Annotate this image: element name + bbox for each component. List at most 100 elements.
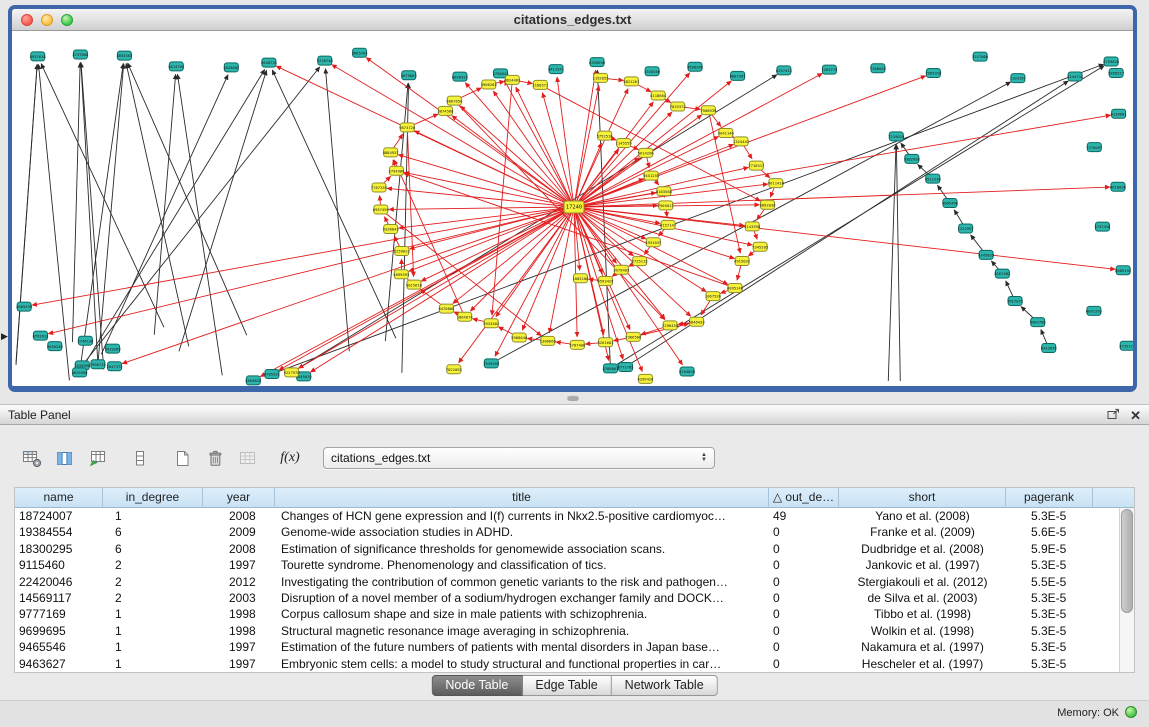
table-cell: 9699695 bbox=[15, 623, 103, 639]
table-row[interactable]: 946554611997Estimation of the future num… bbox=[15, 639, 1119, 655]
table-cell: 0 bbox=[769, 524, 839, 540]
table-cell: Franke et al. (2009) bbox=[839, 524, 1006, 540]
table-cell: 5.3E-5 bbox=[1006, 590, 1093, 606]
table-cell: 1997 bbox=[203, 656, 275, 672]
table-cell: 5.3E-5 bbox=[1006, 606, 1093, 622]
table-row[interactable]: 1456911722003Disruption of a novel membe… bbox=[15, 590, 1119, 606]
table-cell: 0 bbox=[769, 590, 839, 606]
table-row[interactable]: 969969511998Structural magnetic resonanc… bbox=[15, 623, 1119, 639]
table-cell: Nakamura et al. (1997) bbox=[839, 639, 1006, 655]
table-cell: 2003 bbox=[203, 590, 275, 606]
table-cell: Yano et al. (2008) bbox=[839, 508, 1006, 524]
table-cell: 9463627 bbox=[15, 656, 103, 672]
collapse-handle-icon[interactable]: ▶ bbox=[1, 331, 8, 342]
table-cell: 0 bbox=[769, 541, 839, 557]
close-button[interactable] bbox=[21, 14, 33, 26]
table-cell: Estimation of significance thresholds fo… bbox=[275, 541, 769, 557]
table-cell: 2008 bbox=[203, 508, 275, 524]
table-row[interactable]: 1938455462009Genome-wide association stu… bbox=[15, 524, 1119, 540]
table-row[interactable]: 2242004622012Investigating the contribut… bbox=[15, 574, 1119, 590]
minimize-button[interactable] bbox=[41, 14, 53, 26]
table-cell: 5.9E-5 bbox=[1006, 541, 1093, 557]
network-table-selector[interactable]: citations_edges.txt ▲▼ bbox=[323, 447, 715, 469]
table-cell: 5.6E-5 bbox=[1006, 524, 1093, 540]
table-tabs: Node TableEdge TableNetwork Table bbox=[431, 675, 717, 696]
column-header-in_degree[interactable]: in_degree bbox=[103, 488, 203, 508]
table-cell: 2012 bbox=[203, 574, 275, 590]
selected-table-label: citations_edges.txt bbox=[331, 451, 430, 465]
column-header-short[interactable]: short bbox=[839, 488, 1006, 508]
table-cell: 0 bbox=[769, 557, 839, 573]
status-bar: Memory: OK bbox=[0, 700, 1149, 727]
column-header-pagerank[interactable]: pagerank bbox=[1006, 488, 1093, 508]
tab-node-table[interactable]: Node Table bbox=[431, 675, 522, 696]
table-row[interactable]: 977716911998Corpus callosum shape and si… bbox=[15, 606, 1119, 622]
table-cell: Disruption of a novel member of a sodium… bbox=[275, 590, 769, 606]
table-cell: 9777169 bbox=[15, 606, 103, 622]
table-panel: Table Panel ✕ bbox=[0, 404, 1149, 700]
table-cell: de Silva et al. (2003) bbox=[839, 590, 1006, 606]
table-cell: Estimation of the future numbers of pati… bbox=[275, 639, 769, 655]
table-cell: Investigating the contribution of common… bbox=[275, 574, 769, 590]
close-panel-icon[interactable]: ✕ bbox=[1130, 405, 1141, 426]
column-header-year[interactable]: year bbox=[203, 488, 275, 508]
table-cell: 0 bbox=[769, 639, 839, 655]
table-cell: 0 bbox=[769, 574, 839, 590]
table-cell: 22420046 bbox=[15, 574, 103, 590]
network-window-titlebar[interactable]: citations_edges.txt bbox=[12, 9, 1133, 31]
table-cell: Stergiakouli et al. (2012) bbox=[839, 574, 1006, 590]
delete-icon[interactable] bbox=[201, 445, 229, 471]
float-panel-icon[interactable] bbox=[1107, 406, 1120, 426]
table-row[interactable]: 911546021997Tourette syndrome. Phenomeno… bbox=[15, 557, 1119, 573]
table-cell: Genome-wide association studies in ADHD. bbox=[275, 524, 769, 540]
column-header-title[interactable]: title bbox=[275, 488, 769, 508]
table-cell: 0 bbox=[769, 656, 839, 672]
panel-divider[interactable] bbox=[0, 392, 1149, 404]
table-cell: 2 bbox=[103, 590, 203, 606]
tab-network-table[interactable]: Network Table bbox=[612, 675, 718, 696]
zoom-button[interactable] bbox=[61, 14, 73, 26]
table-cell: 1997 bbox=[203, 557, 275, 573]
show-columns-icon[interactable] bbox=[51, 445, 79, 471]
table-cell: 18300295 bbox=[15, 541, 103, 557]
table-cell: 9465546 bbox=[15, 639, 103, 655]
new-document-icon[interactable] bbox=[168, 445, 196, 471]
table-body: 1872400712008Changes of HCN gene express… bbox=[15, 508, 1119, 672]
node-table: namein_degreeyeartitle△ out_de…shortpage… bbox=[14, 487, 1135, 673]
table-cell: 1998 bbox=[203, 623, 275, 639]
table-cell: 1 bbox=[103, 508, 203, 524]
rows-icon[interactable] bbox=[126, 445, 154, 471]
table-toolbar: f(x) citations_edges.txt ▲▼ bbox=[18, 440, 715, 476]
tab-edge-table[interactable]: Edge Table bbox=[522, 675, 611, 696]
table-cell: 0 bbox=[769, 623, 839, 639]
table-cell: Dudbridge et al. (2008) bbox=[839, 541, 1006, 557]
function-builder-icon[interactable]: f(x) bbox=[276, 445, 304, 471]
table-cell: 2008 bbox=[203, 541, 275, 557]
column-header-name[interactable]: name bbox=[15, 488, 103, 508]
column-header-out_degree[interactable]: △ out_de… bbox=[769, 488, 839, 508]
edit-table-icon[interactable] bbox=[84, 445, 112, 471]
table-cell: Structural magnetic resonance image aver… bbox=[275, 623, 769, 639]
network-view[interactable]: 4937618473700030543624614705183380256487… bbox=[12, 31, 1133, 386]
table-cell: 5.3E-5 bbox=[1006, 656, 1093, 672]
table-cell: Embryonic stem cells: a model to study s… bbox=[275, 656, 769, 672]
table-cell: 2 bbox=[103, 557, 203, 573]
table-row[interactable]: 1830029562008Estimation of significance … bbox=[15, 541, 1119, 557]
divider-grip-icon[interactable] bbox=[567, 395, 579, 401]
table-cell: Jankovic et al. (1997) bbox=[839, 557, 1006, 573]
table-cell: 5.3E-5 bbox=[1006, 557, 1093, 573]
network-window[interactable]: citations_edges.txt 49376184737000305436… bbox=[8, 5, 1137, 392]
table-cell: 1998 bbox=[203, 606, 275, 622]
scrollbar-thumb[interactable] bbox=[1121, 509, 1133, 613]
table-cell: 19384554 bbox=[15, 524, 103, 540]
memory-ok-indicator bbox=[1125, 706, 1137, 718]
table-cell: 18724007 bbox=[15, 508, 103, 524]
table-row[interactable]: 1872400712008Changes of HCN gene express… bbox=[15, 508, 1119, 524]
network-canvas[interactable]: 4937618473700030543624614705183380256487… bbox=[12, 31, 1133, 386]
table-row[interactable]: 946362711997Embryonic stem cells: a mode… bbox=[15, 656, 1119, 672]
app-window: citations_edges.txt 49376184737000305436… bbox=[0, 0, 1149, 727]
table-cell: 1 bbox=[103, 656, 203, 672]
table-cell: Tourette syndrome. Phenomenology and cla… bbox=[275, 557, 769, 573]
table-scrollbar[interactable] bbox=[1119, 508, 1134, 672]
table-settings-icon[interactable] bbox=[18, 445, 46, 471]
